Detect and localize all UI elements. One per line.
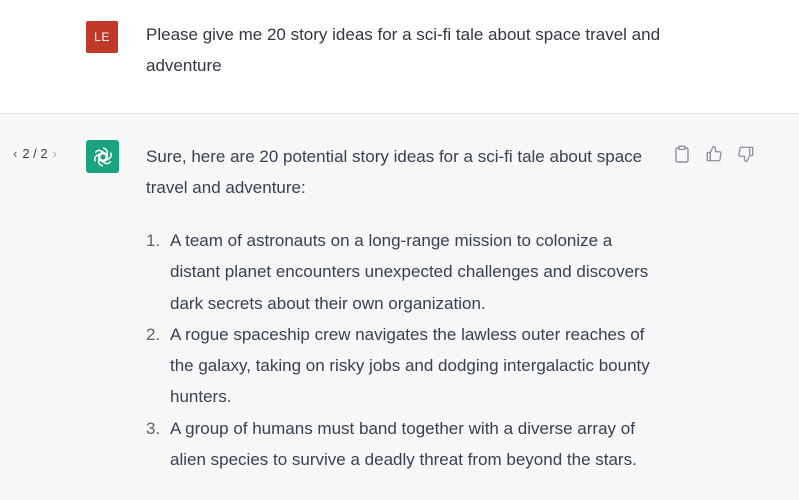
assistant-message-row: ‹ 2 / 2 › Sure, here are 20 potential st…: [0, 114, 799, 500]
thumbs-up-icon: [706, 145, 722, 162]
user-avatar-initials: LE: [94, 30, 110, 44]
list-item: 2. A rogue spaceship crew navigates the …: [146, 319, 666, 413]
previous-response-button[interactable]: ‹: [13, 146, 17, 161]
assistant-avatar: [86, 140, 119, 173]
user-avatar: LE: [86, 21, 118, 53]
message-actions: [672, 144, 756, 164]
user-message-row: LE Please give me 20 story ideas for a s…: [0, 0, 799, 114]
story-ideas-list: 1. A team of astronauts on a long-range …: [146, 225, 666, 475]
user-message-text: Please give me 20 story ideas for a sci-…: [146, 25, 661, 75]
thumbs-down-icon: [738, 146, 754, 163]
list-item-text: A group of humans must band together wit…: [170, 418, 637, 470]
openai-logo-icon: [93, 146, 112, 167]
list-item-number: 3.: [146, 418, 161, 438]
list-item: 3. A group of humans must band together …: [146, 413, 666, 476]
pager-label: 2 / 2: [22, 146, 48, 161]
assistant-intro-text: Sure, here are 20 potential story ideas …: [146, 147, 643, 197]
list-item: 1. A team of astronauts on a long-range …: [146, 225, 666, 319]
thumbs-up-button[interactable]: [704, 144, 724, 164]
response-pager: ‹ 2 / 2 ›: [13, 146, 57, 161]
list-item-number: 2.: [146, 324, 161, 344]
next-response-button[interactable]: ›: [53, 146, 57, 161]
clipboard-icon: [675, 145, 689, 163]
list-item-number: 1.: [146, 231, 161, 250]
list-item-text: A rogue spaceship crew navigates the law…: [170, 324, 650, 407]
thumbs-down-button[interactable]: [736, 144, 756, 164]
list-item-text: A team of astronauts on a long-range mis…: [170, 231, 649, 313]
copy-button[interactable]: [672, 144, 692, 164]
